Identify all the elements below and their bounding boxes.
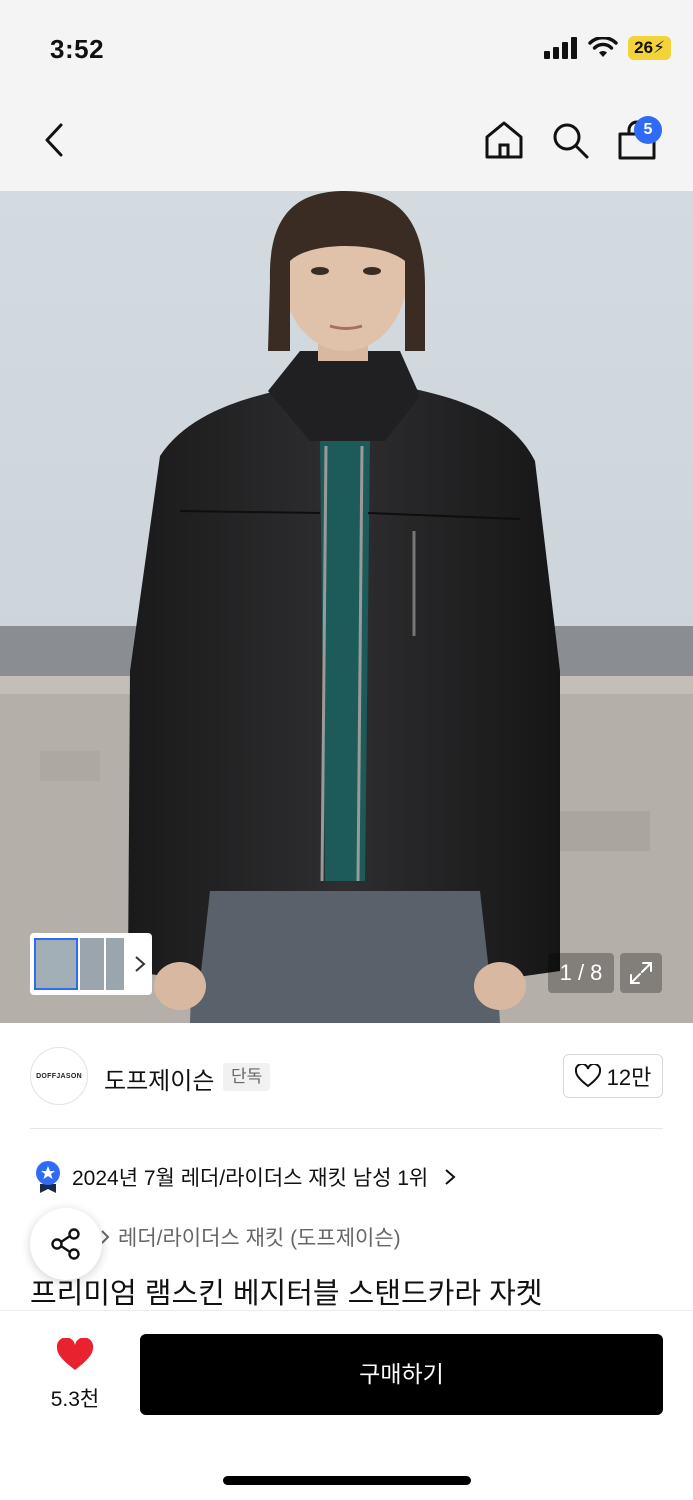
nav-bar <box>0 96 693 191</box>
product-title: 프리미엄 램스킨 베지터블 스탠드카라 자켓 <box>30 1278 543 1310</box>
wishlist-count: 5.3천 <box>50 1388 100 1411</box>
status-time: 3:52 <box>50 34 105 64</box>
product-photo <box>0 191 693 1023</box>
status-icons: 26⚡ <box>544 36 671 60</box>
buy-button[interactable]: 구매하기 <box>140 1334 663 1415</box>
brand-logo[interactable]: DOFFJASON <box>30 1047 88 1105</box>
heart-outline-icon <box>574 1064 601 1088</box>
product-image[interactable] <box>0 191 693 1023</box>
status-bar: 3:52 26⚡ <box>0 0 693 96</box>
signal-icon <box>544 37 578 59</box>
ranking-text: 2024년 7월 레더/라이더스 재킷 남성 1위 <box>72 1167 429 1190</box>
cart-badge: 5 <box>634 116 662 144</box>
home-indicator <box>223 1476 471 1485</box>
battery-level: 26 <box>634 38 654 57</box>
category-breadcrumb[interactable]: 레더/라이더스 재킷 (도프제이슨) <box>100 1222 401 1252</box>
divider <box>30 1128 663 1129</box>
exclusive-badge: 단독 <box>223 1063 271 1091</box>
share-icon <box>51 1228 80 1260</box>
thumbnail-item[interactable] <box>80 938 104 990</box>
search-icon <box>553 123 589 159</box>
thumbnail-item[interactable] <box>106 938 124 990</box>
search-button[interactable] <box>550 120 590 160</box>
chevron-right-icon <box>135 956 146 972</box>
medal-icon <box>36 1161 60 1193</box>
wifi-icon <box>588 37 618 57</box>
brand-like-button[interactable]: 12만 <box>563 1054 663 1098</box>
expand-button[interactable] <box>620 953 662 993</box>
chevron-right-icon <box>445 1169 456 1185</box>
ranking-link[interactable]: 2024년 7월 레더/라이더스 재킷 남성 1위 <box>34 1160 456 1194</box>
back-button[interactable] <box>34 120 74 160</box>
battery-indicator: 26⚡ <box>628 36 671 60</box>
share-button[interactable] <box>30 1208 102 1280</box>
brand-like-count: 12만 <box>606 1065 652 1090</box>
brand-name[interactable]: 도프제이슨 <box>104 1061 214 1096</box>
image-counter: 1 / 8 <box>548 953 614 993</box>
category-text: 레더/라이더스 재킷 (도프제이슨) <box>118 1227 401 1250</box>
home-icon <box>485 121 523 159</box>
expand-icon <box>630 962 652 984</box>
heart-icon <box>56 1337 94 1370</box>
home-button[interactable] <box>484 120 524 160</box>
back-icon <box>45 123 63 157</box>
thumbnail-strip[interactable] <box>30 933 152 995</box>
thumbnail-item[interactable] <box>34 938 78 990</box>
wishlist-button[interactable]: 5.3천 <box>40 1337 110 1413</box>
brand-logo-text: DOFFJASON <box>36 1072 82 1080</box>
